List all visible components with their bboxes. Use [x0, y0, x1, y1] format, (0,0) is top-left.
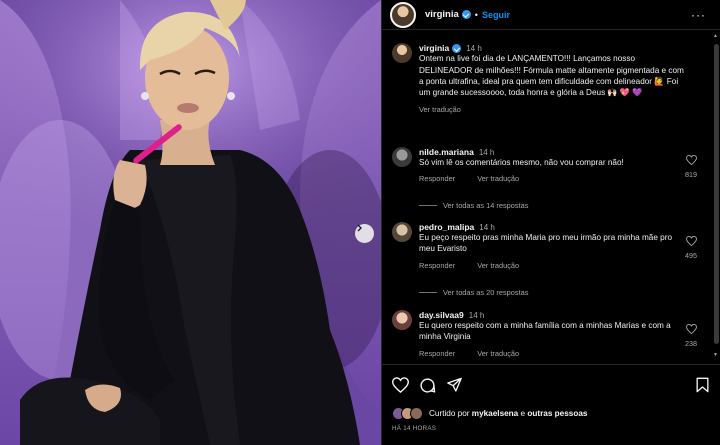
author-avatar[interactable]	[390, 1, 416, 28]
caption: virginia 14 h Ontem na live foi dia de LA…	[392, 43, 710, 114]
commenter-avatar[interactable]	[392, 222, 412, 242]
heart-icon[interactable]	[685, 323, 697, 335]
liker-avatars[interactable]	[392, 407, 423, 420]
heart-icon[interactable]	[392, 377, 409, 393]
comment-time[interactable]: 14 h	[479, 148, 495, 157]
liked-by-prefix: Curtido por	[429, 409, 470, 418]
liked-by-user[interactable]: mykaelsena	[472, 409, 518, 418]
comment-time[interactable]: 14 h	[469, 311, 485, 320]
reply-link[interactable]: Responder	[419, 349, 455, 358]
post-actions-bar: Curtido por mykaelsena e outras pessoas …	[382, 364, 720, 445]
comment-meta: Responder Ver tradução	[419, 174, 675, 183]
caption-username[interactable]: virginia	[419, 43, 449, 53]
comment-username[interactable]: nilde.mariana	[419, 147, 474, 157]
verified-badge-icon	[461, 10, 471, 19]
heart-icon[interactable]	[685, 235, 697, 247]
header-separator: •	[474, 9, 478, 20]
liked-by-others[interactable]: outras pessoas	[527, 409, 587, 418]
caption-text: Ontem na live foi dia de LANÇAMENTO!!! L…	[419, 54, 684, 98]
view-replies-label[interactable]: Ver todas as 20 respostas	[443, 288, 528, 297]
comment-icon[interactable]	[419, 377, 436, 394]
scroll-up-icon[interactable]: ▲	[713, 33, 718, 39]
replies-line	[419, 205, 437, 206]
view-replies-link[interactable]: Ver todas as 20 respostas	[419, 288, 528, 297]
liked-by-middle: e	[520, 409, 526, 418]
comment-username[interactable]: pedro_malipa	[419, 222, 474, 232]
action-icons	[392, 377, 473, 394]
comment-like: 238	[680, 323, 702, 348]
post-photo-illustration	[0, 0, 381, 445]
comment-time[interactable]: 14 h	[479, 223, 495, 232]
like-count: 819	[685, 170, 697, 179]
see-translation-link[interactable]: Ver tradução	[477, 349, 519, 358]
post-time[interactable]: HÁ 14 HORAS	[392, 425, 436, 432]
see-translation-link[interactable]: Ver tradução	[477, 174, 519, 183]
heart-icon[interactable]	[685, 154, 697, 166]
liker-avatar[interactable]	[410, 407, 423, 420]
comments-list[interactable]: virginia 14 h Ontem na live foi dia de LA…	[382, 31, 712, 364]
commenter-avatar[interactable]	[392, 147, 412, 167]
commenter-avatar[interactable]	[392, 310, 412, 330]
follow-button[interactable]: Seguir	[482, 10, 510, 20]
view-replies-label[interactable]: Ver todas as 14 respostas	[443, 201, 528, 210]
view-replies-link[interactable]: Ver todas as 14 respostas	[419, 201, 528, 210]
comment-item: nilde.mariana 14 h Só vim lê os comentári…	[392, 147, 710, 183]
reply-link[interactable]: Responder	[419, 261, 455, 270]
scroll-down-icon[interactable]: ▼	[713, 352, 718, 358]
chevron-right-icon	[357, 224, 362, 232]
scrollbar-thumb[interactable]	[714, 44, 719, 344]
bookmark-icon[interactable]	[695, 377, 710, 393]
author-username[interactable]: virginia	[425, 9, 459, 20]
see-translation-link[interactable]: Ver tradução	[477, 261, 519, 270]
post-photo	[0, 0, 381, 445]
comment-meta: Responder Ver tradução	[419, 349, 675, 358]
more-options-button[interactable]: ···	[691, 8, 706, 22]
instagram-post-view: virginia • Seguir ··· virginia 14 h Ontem…	[0, 0, 720, 445]
comment-text: Eu quero respeito com a minha família co…	[419, 321, 671, 342]
comment-item: pedro_malipa 14 h Eu peço respeito pras m…	[392, 222, 710, 270]
caption-avatar[interactable]	[392, 43, 412, 63]
post-side-panel: virginia • Seguir ··· virginia 14 h Ontem…	[382, 0, 720, 445]
see-translation-link[interactable]: Ver tradução	[419, 105, 461, 114]
verified-badge-icon	[452, 44, 462, 54]
post-header: virginia • Seguir ···	[382, 0, 720, 30]
liked-by: Curtido por mykaelsena e outras pessoas	[392, 407, 587, 420]
reply-link[interactable]: Responder	[419, 174, 455, 183]
comment-meta: Responder Ver tradução	[419, 261, 675, 270]
comment-text: Eu peço respeito pras minha Maria pro me…	[419, 233, 673, 254]
caption-time[interactable]: 14 h	[466, 44, 482, 53]
like-count: 495	[685, 251, 697, 260]
comment-item: day.silvaa9 14 h Eu quero respeito com a …	[392, 310, 710, 358]
like-count: 238	[685, 339, 697, 348]
caption-meta: Ver tradução	[419, 105, 689, 114]
next-photo-button[interactable]	[355, 224, 374, 243]
comment-username[interactable]: day.silvaa9	[419, 310, 464, 320]
send-icon[interactable]	[446, 377, 463, 393]
comment-text: Só vim lê os comentários mesmo, não vou …	[419, 158, 624, 167]
comment-like: 819	[680, 154, 702, 179]
replies-line	[419, 292, 437, 293]
comment-like: 495	[680, 235, 702, 260]
